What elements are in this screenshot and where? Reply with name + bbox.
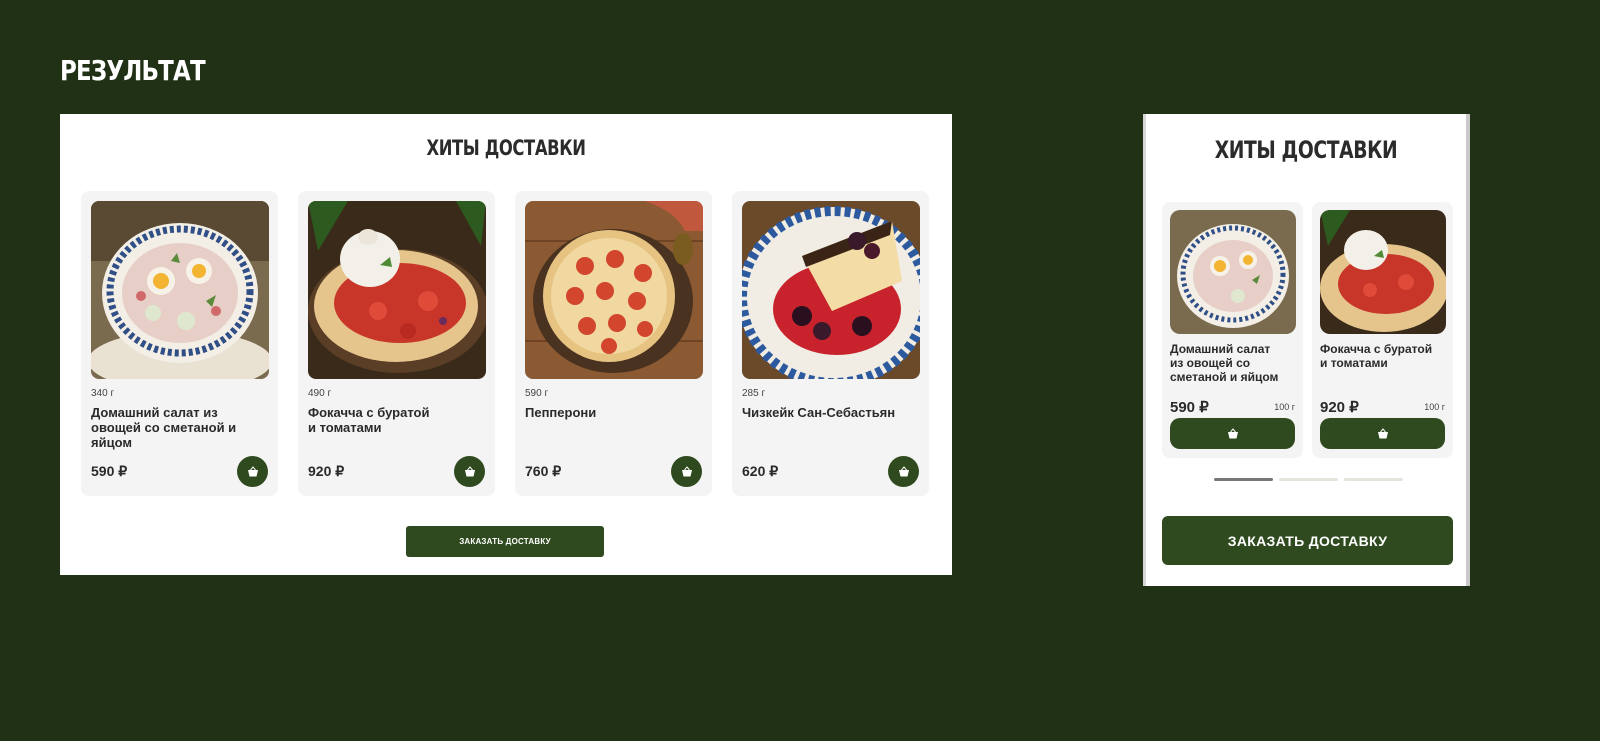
salad-photo xyxy=(1170,210,1296,334)
add-to-cart-button[interactable] xyxy=(671,456,702,487)
product-price: 590 ₽ xyxy=(1170,399,1209,416)
pagination-dot[interactable] xyxy=(1279,478,1338,481)
focaccia-photo xyxy=(1320,210,1446,334)
add-to-cart-button[interactable] xyxy=(888,456,919,487)
basket-icon xyxy=(1377,427,1388,438)
product-name[interactable]: Фокачча с буратой и томатами xyxy=(308,405,473,435)
mobile-product-card-salad[interactable]: Домашний салат из овощей со сметаной и я… xyxy=(1162,202,1303,458)
product-price: 760 ₽ xyxy=(525,463,562,479)
desktop-section-title: ХИТЫ ДОСТАВКИ xyxy=(426,136,586,160)
product-card-salad[interactable]: 340 г Домашний салат из овощей со сметан… xyxy=(81,191,278,496)
desktop-mockup: ХИТЫ ДОСТАВКИ 340 г Домашний салат из ов… xyxy=(60,114,952,575)
order-delivery-button[interactable]: ЗАКАЗАТЬ ДОСТАВКУ xyxy=(406,526,604,557)
order-delivery-button[interactable]: ЗАКАЗАТЬ ДОСТАВКУ xyxy=(1162,516,1453,565)
product-price: 920 ₽ xyxy=(308,463,345,479)
product-price: 590 ₽ xyxy=(91,463,128,479)
add-to-cart-button[interactable] xyxy=(1320,418,1445,449)
pagination-dot[interactable] xyxy=(1344,478,1403,481)
basket-icon xyxy=(464,465,475,476)
product-name[interactable]: Пепперони xyxy=(525,405,690,420)
pepperoni-pizza-photo xyxy=(525,201,703,379)
basket-icon xyxy=(247,465,258,476)
mobile-section-title: ХИТЫ ДОСТАВКИ xyxy=(1214,136,1398,164)
pagination-dot-active[interactable] xyxy=(1214,478,1273,481)
basket-icon xyxy=(681,465,692,476)
product-weight: 100 г xyxy=(1424,402,1445,412)
add-to-cart-button[interactable] xyxy=(237,456,268,487)
product-weight: 490 г xyxy=(308,388,332,399)
product-price: 920 ₽ xyxy=(1320,399,1359,416)
add-to-cart-button[interactable] xyxy=(454,456,485,487)
product-card-pepperoni[interactable]: 590 г Пепперони 760 ₽ xyxy=(515,191,712,496)
carousel-pagination xyxy=(1214,478,1414,481)
mobile-mockup: ХИТЫ ДОСТАВКИ Домашний салат из овощей с… xyxy=(1143,114,1470,586)
salad-photo xyxy=(91,201,269,379)
product-weight: 285 г xyxy=(742,388,766,399)
product-card-focaccia[interactable]: 490 г Фокачча с буратой и томатами 920 ₽ xyxy=(298,191,495,496)
product-weight: 340 г xyxy=(91,388,115,399)
mobile-product-card-focaccia[interactable]: Фокачча с буратой и томатами 920 ₽ 100 г xyxy=(1312,202,1453,458)
product-weight: 590 г xyxy=(525,388,549,399)
add-to-cart-button[interactable] xyxy=(1170,418,1295,449)
focaccia-photo xyxy=(308,201,486,379)
product-name[interactable]: Домашний салат из овощей со сметаной и я… xyxy=(1170,342,1298,384)
basket-icon xyxy=(898,465,909,476)
page-heading: РЕЗУЛЬТАТ xyxy=(60,54,206,87)
cheesecake-photo xyxy=(742,201,920,379)
product-price: 620 ₽ xyxy=(742,463,779,479)
product-name[interactable]: Фокачча с буратой и томатами xyxy=(1320,342,1448,370)
product-card-cheesecake[interactable]: 285 г Чизкейк Сан-Себастьян 620 ₽ xyxy=(732,191,929,496)
product-name[interactable]: Домашний салат из овощей со сметаной и я… xyxy=(91,405,256,450)
product-name[interactable]: Чизкейк Сан-Себастьян xyxy=(742,405,907,420)
basket-icon xyxy=(1227,427,1238,438)
product-weight: 100 г xyxy=(1274,402,1295,412)
